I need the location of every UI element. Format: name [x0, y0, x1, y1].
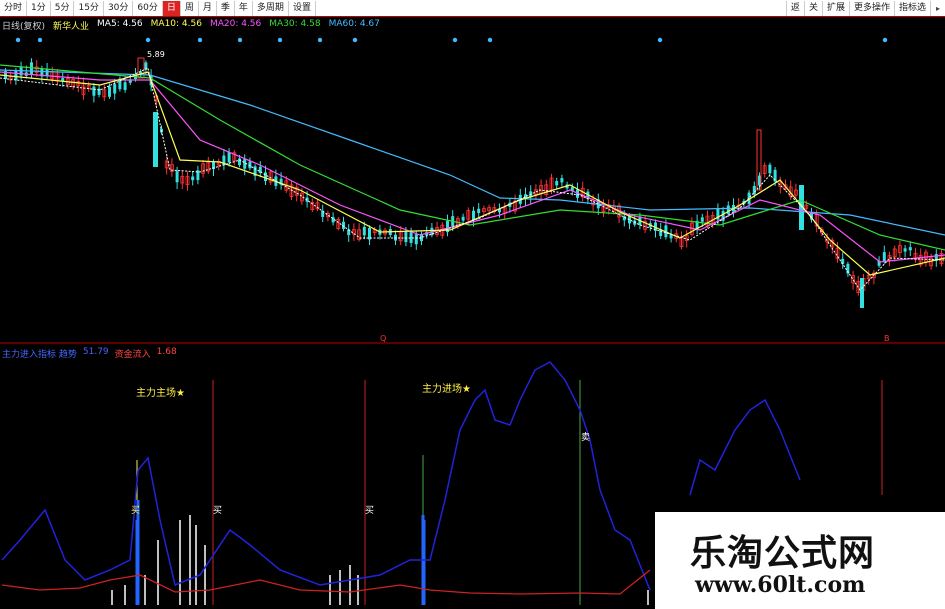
signal-dot [317, 37, 323, 43]
signal-dot [15, 37, 21, 43]
marker-b: B [884, 334, 890, 343]
candle-body [903, 248, 907, 252]
candle-body [191, 176, 195, 181]
ma5-line [0, 67, 945, 291]
candle-body [622, 216, 626, 221]
watermark-url: www.60lt.com [695, 572, 866, 598]
indicator-value-2: 1.68 [156, 347, 177, 357]
indicator-line-blue-2 [689, 398, 801, 496]
candle-body [726, 205, 730, 215]
signal-dot [37, 37, 43, 43]
ma10-line [0, 71, 945, 276]
indicator-line-blue [1, 361, 651, 591]
candle-body [92, 86, 96, 96]
candle-body [45, 69, 49, 76]
candle-body [113, 84, 117, 94]
candle-body [404, 232, 408, 243]
candle-body [14, 70, 18, 81]
signal-dot [352, 37, 358, 43]
marker-buy-3: 买 [365, 505, 374, 516]
candle-body [342, 221, 345, 229]
candle-body [227, 151, 231, 163]
ma20-line [0, 71, 945, 263]
signal-dot [145, 37, 151, 43]
candle-body [908, 247, 912, 251]
marker-buy-1: 买 [131, 505, 140, 516]
marker-buy-2: 买 [213, 505, 222, 516]
signal-label-2: 主力进场★ [422, 382, 471, 395]
marker-q: Q [380, 334, 386, 343]
signal-dot [452, 37, 458, 43]
candle-body [175, 171, 179, 183]
signal-dot [277, 37, 283, 43]
candle-body [472, 210, 475, 221]
candle-body [461, 216, 465, 221]
marker-sell: 卖 [581, 432, 590, 443]
signal-dot [657, 37, 663, 43]
indicator-info-bar: 主力进入指标 趋势 51.79 资金流入 1.68 [2, 347, 177, 360]
signal-label-1: 主力主场★ [136, 386, 185, 399]
candlesticks [4, 57, 944, 308]
watermark-box: 乐淘公式网 www.60lt.com [655, 512, 945, 609]
indicator-label-2: 资金流入 [114, 350, 151, 360]
candle-body [238, 158, 241, 166]
indicator-name[interactable]: 主力进入指标 趋势 [2, 347, 77, 360]
candle-body [860, 278, 864, 308]
candle-body [108, 86, 111, 97]
signal-dot [237, 37, 243, 43]
candle-body [153, 112, 158, 167]
high-price-label: 5.89 [147, 50, 165, 59]
signal-dot [487, 37, 493, 43]
candle-body [362, 226, 366, 236]
moving-averages [0, 64, 945, 291]
candle-body [768, 164, 772, 174]
candle-body [700, 217, 704, 222]
watermark-title: 乐淘公式网 [690, 532, 876, 574]
candle-body [414, 234, 418, 245]
candle-body [477, 208, 481, 213]
signal-dot [197, 37, 203, 43]
candle-body [882, 252, 886, 262]
candle-body [555, 181, 559, 186]
signal-dots [15, 37, 888, 43]
candle-body [560, 178, 564, 183]
indicator-value-1: 51.79 [82, 347, 109, 357]
signal-dot [882, 37, 888, 43]
candle-body [123, 82, 127, 91]
